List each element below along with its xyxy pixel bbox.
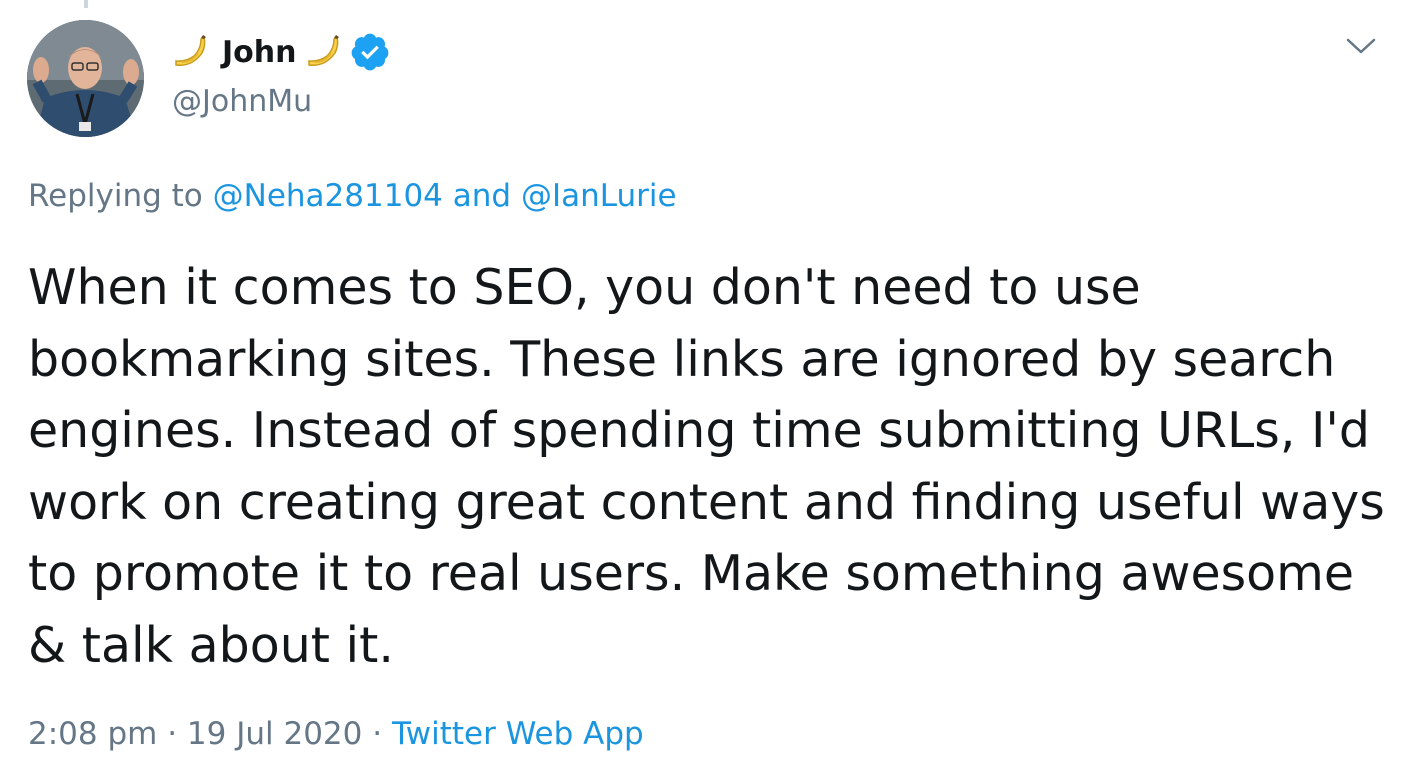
banana-emoji-icon	[303, 31, 345, 73]
display-name[interactable]: John	[222, 35, 297, 70]
banana-emoji-icon	[170, 31, 212, 73]
tweet-text: When it comes to SEO, you don't need to …	[28, 259, 1385, 674]
chevron-down-icon[interactable]	[1345, 34, 1377, 58]
reply-conjunction[interactable]: and	[453, 178, 511, 214]
tweet-source-link[interactable]: Twitter Web App	[392, 716, 644, 752]
mention-link[interactable]: @Neha281104	[213, 178, 443, 214]
meta-separator: ·	[372, 716, 383, 752]
replying-prefix: Replying to	[28, 178, 203, 214]
name-row[interactable]: John	[170, 28, 391, 76]
avatar[interactable]	[27, 20, 144, 137]
meta-separator: ·	[167, 716, 178, 752]
tweet-date[interactable]: 19 Jul 2020	[187, 716, 362, 752]
replying-to: Replying to @Neha281104 and @IanLurie	[28, 178, 677, 214]
tweet-meta: 2:08 pm · 19 Jul 2020 · Twitter Web App	[28, 716, 644, 752]
tweet-header: John @JohnMu	[170, 28, 391, 119]
verified-badge-icon	[349, 31, 391, 73]
tweet-time[interactable]: 2:08 pm	[28, 716, 157, 752]
mention-link[interactable]: @IanLurie	[521, 178, 677, 214]
tweet-card: John @JohnMu Replying to @Neha281104 and…	[0, 0, 1421, 783]
user-handle[interactable]: @JohnMu	[172, 84, 391, 119]
